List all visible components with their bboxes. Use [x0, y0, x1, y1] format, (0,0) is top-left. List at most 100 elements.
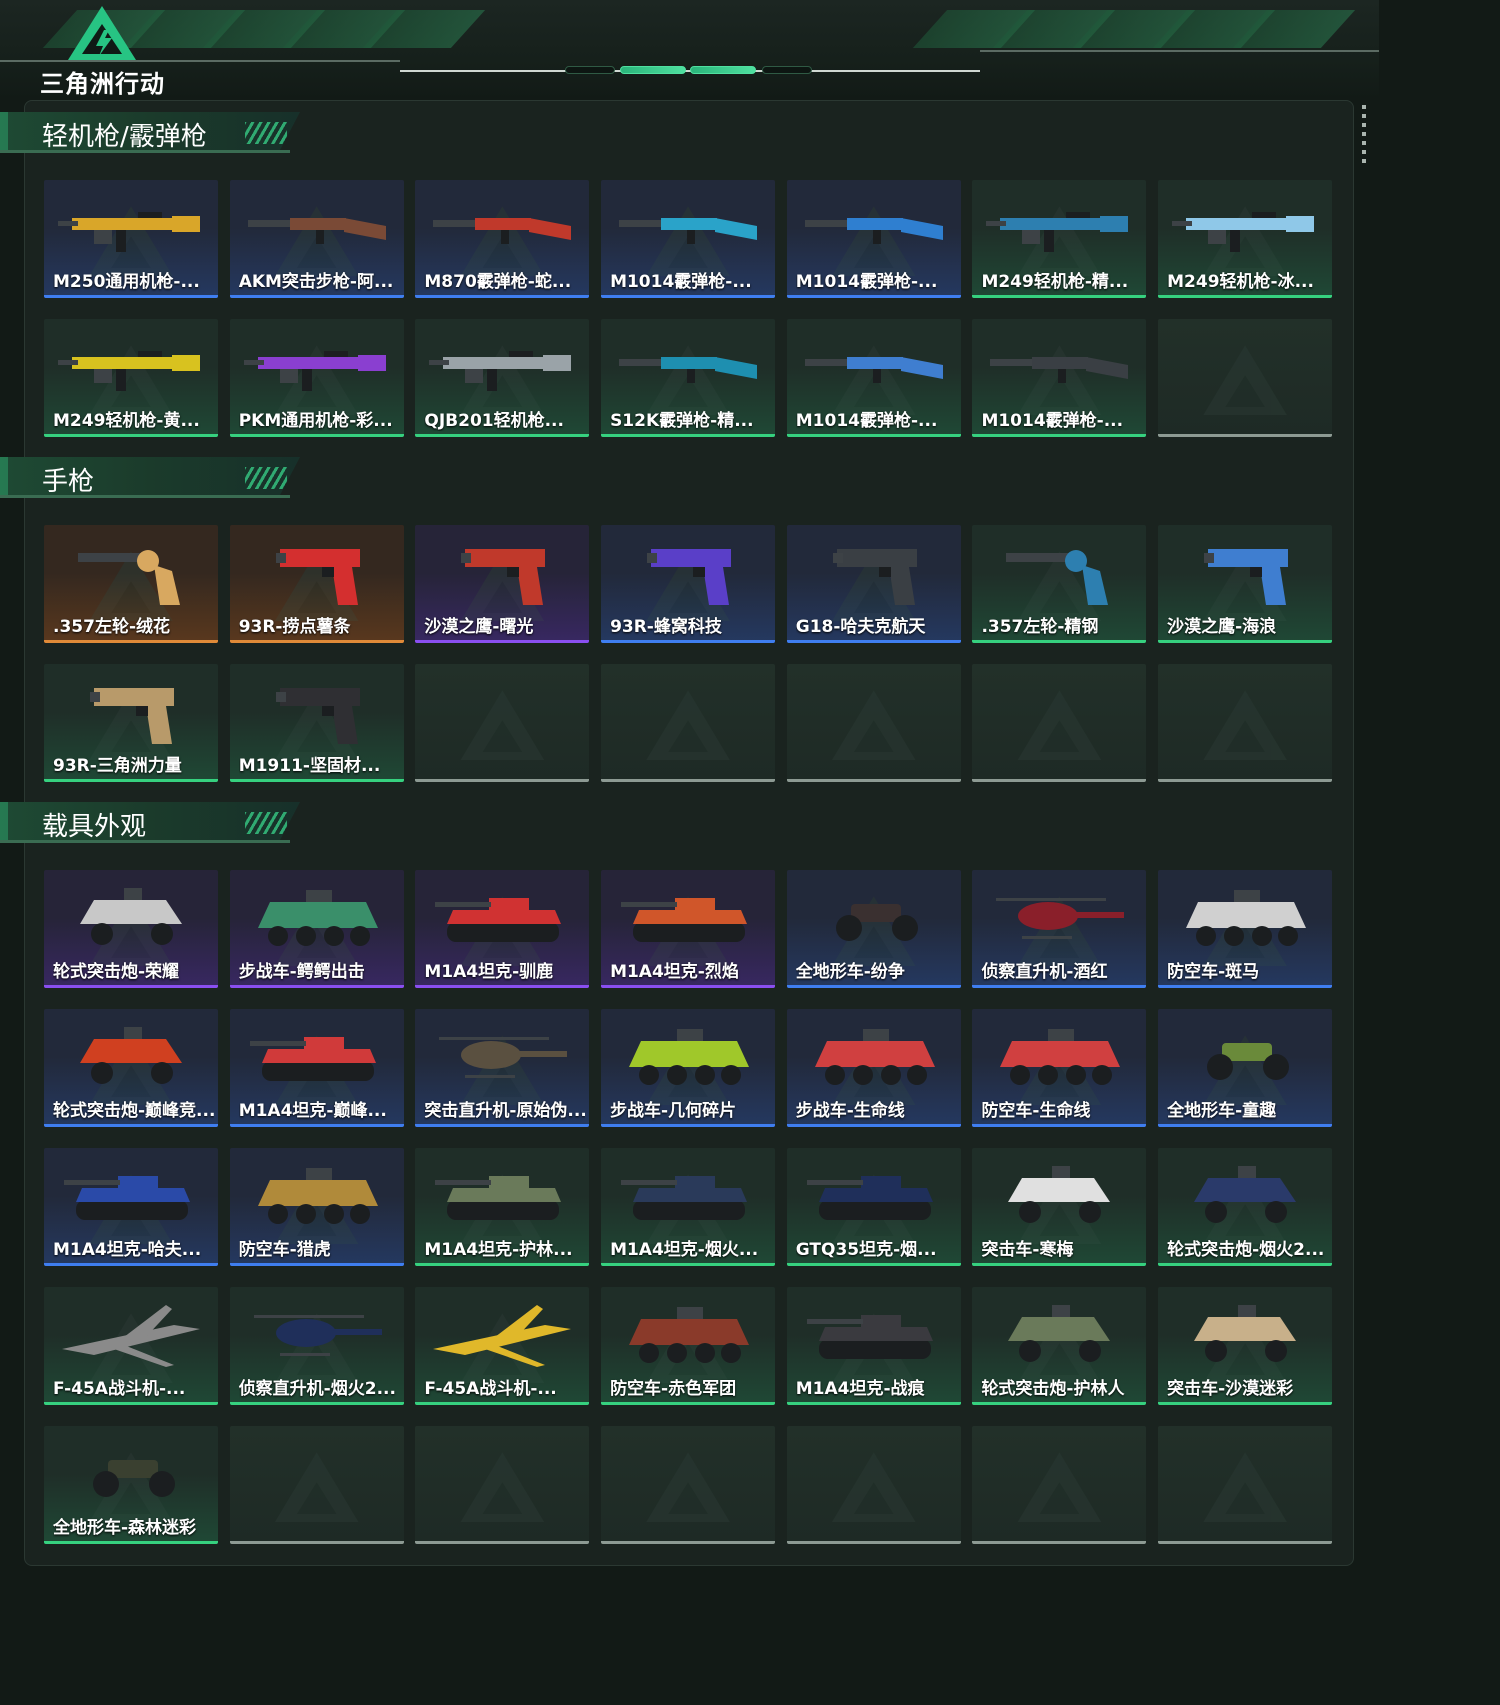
item-card[interactable]: 侦察直升机-酒红	[972, 870, 1147, 988]
jet-icon	[433, 1305, 572, 1367]
item-card[interactable]: 全地形车-童趣	[1158, 1009, 1333, 1127]
item-card[interactable]: M1014霰弹枪-...	[786, 319, 961, 437]
tank-icon	[435, 898, 562, 942]
rarity-bar	[1158, 985, 1333, 988]
rarity-bar	[601, 1402, 776, 1405]
item-card[interactable]: 防空车-赤色军团	[601, 1287, 776, 1405]
item-name: S12K霰弹枪-精...	[610, 411, 754, 431]
pager-dot[interactable]	[762, 66, 812, 74]
pistol-icon	[832, 549, 917, 605]
item-grid-vehicle: 轮式突击炮-荣耀 步战车-鳄鳄出击 M1A4坦克-驯鹿 M1A4坦克-烈焰 全地…	[44, 870, 1333, 1544]
rarity-bar	[972, 1124, 1147, 1127]
empty-item-slot	[1158, 319, 1333, 437]
item-card[interactable]: 93R-三角洲力量	[44, 664, 218, 782]
item-card[interactable]: PKM通用机枪-彩...	[229, 319, 404, 437]
armored-car-icon	[1194, 1166, 1297, 1223]
rarity-bar	[1158, 1263, 1333, 1266]
rarity-bar	[415, 640, 590, 643]
item-name: .357左轮-绒花	[53, 617, 170, 637]
item-card[interactable]: 防空车-斑马	[1158, 870, 1333, 988]
item-name: G18-哈夫克航天	[795, 617, 926, 637]
item-card[interactable]: GTQ35坦克-烟...	[786, 1148, 961, 1266]
item-card[interactable]: M1A4坦克-哈夫...	[44, 1148, 218, 1266]
item-card[interactable]: M1A4坦克-战痕	[786, 1287, 961, 1405]
item-card[interactable]: M1A4坦克-驯鹿	[415, 870, 590, 988]
rarity-bar	[786, 1124, 961, 1127]
item-card[interactable]: S12K霰弹枪-精...	[601, 319, 776, 437]
rarity-bar	[972, 1402, 1147, 1405]
item-card[interactable]: M870霰弹枪-蛇...	[415, 180, 590, 298]
item-card[interactable]: M249轻机枪-精...	[972, 180, 1147, 298]
item-name: 侦察直升机-酒红	[981, 962, 1108, 982]
delta-watermark-icon	[646, 690, 731, 761]
item-name: F-45A战斗机-...	[424, 1379, 557, 1399]
rarity-bar	[44, 779, 218, 782]
item-card[interactable]: M249轻机枪-冰...	[1158, 180, 1333, 298]
tank-icon	[64, 1176, 190, 1220]
pager-dot-active[interactable]	[690, 66, 756, 74]
rarity-bar	[415, 1263, 590, 1266]
item-card[interactable]: 93R-蜂窝科技	[601, 525, 776, 643]
item-card[interactable]: 防空车-生命线	[972, 1009, 1147, 1127]
item-card[interactable]: M1A4坦克-巅峰...	[229, 1009, 404, 1127]
item-card[interactable]: M1A4坦克-护林...	[415, 1148, 590, 1266]
item-card[interactable]: M1014霰弹枪-...	[786, 180, 961, 298]
item-card[interactable]: 轮式突击炮-护林人	[972, 1287, 1147, 1405]
more-options-icon[interactable]	[1362, 105, 1366, 165]
delta-watermark-icon	[831, 690, 916, 761]
delta-watermark-icon	[1203, 345, 1288, 416]
item-card[interactable]: 侦察直升机-烟火2...	[229, 1287, 404, 1405]
item-card[interactable]: .357左轮-精钢	[972, 525, 1147, 643]
item-card[interactable]: 突击直升机-原始伪...	[415, 1009, 590, 1127]
item-card[interactable]: F-45A战斗机-...	[415, 1287, 590, 1405]
item-card[interactable]: 全地形车-森林迷彩	[44, 1426, 218, 1544]
rarity-bar	[229, 985, 404, 988]
pager-dot[interactable]	[565, 66, 615, 74]
item-card[interactable]: 全地形车-纷争	[786, 870, 961, 988]
item-card[interactable]: 沙漠之鹰-曙光	[415, 525, 590, 643]
item-card[interactable]: .357左轮-绒花	[44, 525, 218, 643]
item-card[interactable]: 轮式突击炮-烟火2...	[1158, 1148, 1333, 1266]
item-name: 步战车-几何碎片	[610, 1101, 737, 1121]
machine-gun-icon	[243, 351, 386, 391]
delta-watermark-icon	[460, 690, 545, 761]
item-card[interactable]: 轮式突击炮-巅峰竞...	[44, 1009, 218, 1127]
section-title: 轻机枪/霰弹枪	[42, 122, 207, 152]
machine-gun-icon	[58, 212, 200, 252]
item-card[interactable]: 93R-捞点薯条	[229, 525, 404, 643]
item-card[interactable]: M1014霰弹枪-...	[972, 319, 1147, 437]
item-card[interactable]: M1A4坦克-烟火...	[601, 1148, 776, 1266]
rarity-bar	[415, 985, 590, 988]
item-card[interactable]: 步战车-几何碎片	[601, 1009, 776, 1127]
rarity-bar	[229, 1541, 404, 1544]
item-card[interactable]: 沙漠之鹰-海浪	[1158, 525, 1333, 643]
item-card[interactable]: M1014霰弹枪-...	[601, 180, 776, 298]
item-card[interactable]: 步战车-生命线	[786, 1009, 961, 1127]
item-card[interactable]: M1A4坦克-烈焰	[601, 870, 776, 988]
rarity-bar	[786, 985, 961, 988]
helicopter-icon	[439, 1037, 568, 1078]
item-card[interactable]: 突击车-沙漠迷彩	[1158, 1287, 1333, 1405]
item-card[interactable]: M1911-坚固材...	[229, 664, 404, 782]
rarity-bar	[972, 434, 1147, 437]
item-card[interactable]: 步战车-鳄鳄出击	[229, 870, 404, 988]
item-card[interactable]: QJB201轻机枪...	[415, 319, 590, 437]
item-card[interactable]: F-45A战斗机-...	[44, 1287, 218, 1405]
item-card[interactable]: M249轻机枪-黄...	[44, 319, 218, 437]
item-grid-lmg-shotgun: M250通用机枪-... AKM突击步枪-阿... M870霰弹枪-蛇... M…	[44, 180, 1333, 437]
item-card[interactable]: 轮式突击炮-荣耀	[44, 870, 218, 988]
item-card[interactable]: M250通用机枪-...	[44, 180, 218, 298]
ifv-icon	[257, 890, 378, 946]
item-name: 防空车-生命线	[981, 1101, 1091, 1121]
item-card[interactable]: 突击车-寒梅	[972, 1148, 1147, 1266]
item-card[interactable]: AKM突击步枪-阿...	[229, 180, 404, 298]
item-card[interactable]: G18-哈夫克航天	[786, 525, 961, 643]
item-card[interactable]: 防空车-猎虎	[229, 1148, 404, 1266]
item-name: AKM突击步枪-阿...	[238, 272, 394, 292]
rarity-bar	[786, 640, 961, 643]
rarity-bar	[229, 1263, 404, 1266]
section-title: 载具外观	[42, 812, 147, 842]
rarity-bar	[415, 1541, 590, 1544]
pistol-icon	[90, 688, 174, 744]
pager-dot-active[interactable]	[620, 66, 686, 74]
